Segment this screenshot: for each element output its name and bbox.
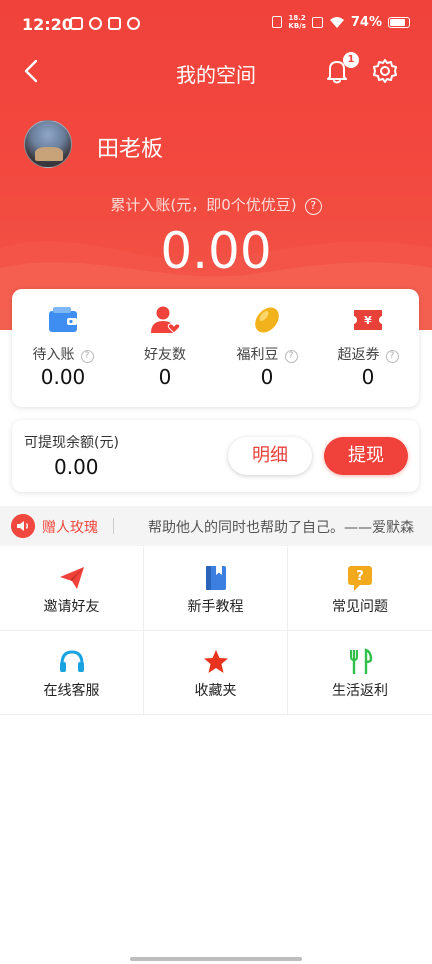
quote-divider [113,518,114,534]
home-indicator[interactable] [130,957,302,961]
quote-text: 帮助他人的同时也帮助了自己。——爱默森 [148,520,414,536]
withdraw-card: 可提现余额(元) 0.00 明细 提现 [12,420,419,492]
page-title: 我的空间 [176,63,256,87]
help-icon[interactable]: ? [304,198,322,215]
wifi-icon [329,16,344,28]
quote-title: 赠人玫瑰 [42,520,98,536]
coupon-icon: ¥ [354,310,382,330]
withdrawable-value: 0.00 [54,455,99,479]
grid-item-label: 新手教程 [187,599,244,615]
total-earnings-value: 0.00 [160,222,272,280]
help-icon[interactable]: ? [80,350,94,363]
stat-friends[interactable]: 好友数 0 [114,289,216,407]
username: 田老板 [97,137,164,162]
stat-value: 0 [361,365,375,389]
total-earnings-label: 累计入账(元，即0个优优豆)? [0,194,432,215]
grid-item-label: 生活返利 [332,683,388,699]
paper-plane-icon [59,567,84,589]
stat-label: 福利豆 [236,347,279,363]
status-time: 12:20 [22,15,73,34]
headset-icon [59,650,84,672]
stat-super-coupons[interactable]: ¥ 超返券? 0 [317,289,419,407]
help-icon[interactable]: ? [385,350,399,363]
svg-text:¥: ¥ [364,314,372,327]
stat-value: 0 [260,365,274,389]
battery-icon [388,16,410,28]
notification-badge: 1 [343,52,359,68]
stat-welfare-beans[interactable]: 福利豆? 0 [216,289,318,407]
stats-card: 待入账? 0.00 好友数 0 福利豆? 0 ¥ 超返券? 0 [12,289,419,407]
detail-button[interactable]: 明细 [228,437,312,475]
app-notification-icon [70,17,83,30]
status-app-icons [70,17,140,30]
vibrate-icon [272,16,283,28]
avatar[interactable] [24,120,72,168]
grid-item-label: 常见问题 [332,599,388,615]
wallet-icon [49,307,77,332]
app-notification-icon [108,17,121,30]
nav-bar: 我的空间 1 [0,50,432,94]
friends-icon [151,306,181,334]
gear-icon [373,59,397,83]
help-icon[interactable]: ? [284,350,298,363]
stat-label: 好友数 [144,347,186,363]
grid-item-label: 在线客服 [43,683,100,699]
svg-text:?: ? [356,569,364,584]
status-indicators: 18.2 KB/s 74% [272,14,410,30]
grid-item-label: 邀请好友 [43,599,100,615]
grid-item-faq[interactable]: ? 常见问题 [288,547,432,631]
stat-label: 超返券 [337,347,380,363]
faq-icon: ? [348,566,372,591]
battery-percent: 74% [350,14,382,30]
star-icon [203,650,228,673]
status-bar: 12:20 18.2 KB/s 74% [0,0,432,50]
grid-item-invite-friends[interactable]: 邀请好友 [0,547,144,631]
app-notification-icon [127,17,140,30]
utensils-icon [350,648,373,674]
grid-item-life-rebate[interactable]: 生活返利 [288,631,432,715]
app-notification-icon [89,17,102,30]
book-icon [205,566,226,590]
sim-icon [311,16,323,28]
grid-item-favorites[interactable]: 收藏夹 [144,631,288,715]
stat-value: 0.00 [40,365,86,389]
feature-grid: 邀请好友 新手教程 ? 常见问题 在线客服 收藏夹 生活返利 [0,547,432,715]
speaker-icon [11,514,35,538]
bean-icon [255,307,279,333]
grid-item-tutorial[interactable]: 新手教程 [144,547,288,631]
stat-pending[interactable]: 待入账? 0.00 [12,289,114,407]
grid-item-online-service[interactable]: 在线客服 [0,631,144,715]
withdraw-button[interactable]: 提现 [324,437,408,475]
grid-item-label: 收藏夹 [194,683,237,699]
stat-label: 待入账 [32,347,75,363]
quote-banner: 赠人玫瑰 帮助他人的同时也帮助了自己。——爱默森 [0,506,432,546]
settings-button[interactable] [370,56,400,86]
withdrawable-label: 可提现余额(元) [24,435,119,451]
network-speed: 18.2 KB/s [288,14,306,30]
stat-value: 0 [158,365,172,389]
